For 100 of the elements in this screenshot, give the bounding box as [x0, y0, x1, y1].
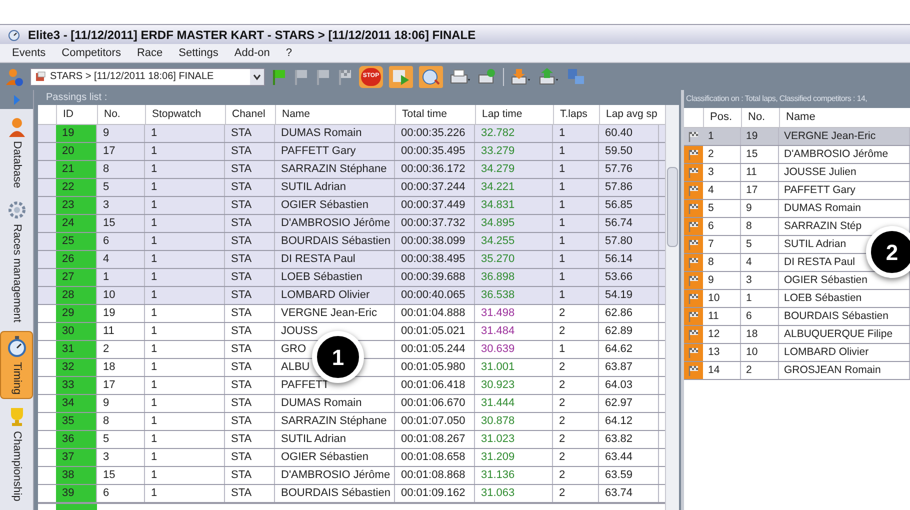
table-cell: 56.14 — [599, 251, 659, 268]
checkered-flag-icon — [688, 185, 699, 196]
column-header[interactable]: Total time — [395, 105, 475, 124]
table-row[interactable]: 1 19 VERGNE Jean-Eric — [684, 128, 910, 146]
table-cell: LOMBARD Olivier — [275, 287, 395, 304]
column-header[interactable]: Name — [779, 108, 910, 127]
table-row[interactable]: 14 2 GROSJEAN Romain — [684, 362, 910, 380]
table-row[interactable]: 33 17 1 STA PAFFETT 00:01:06.418 30.923 2 64.03 — [38, 377, 665, 395]
table-row[interactable]: 24 15 1 STA D'AMBROSIO Jérôme 00:00:37.732 34.895 1 56.74 — [38, 215, 665, 233]
table-row[interactable]: 10 1 LOEB Sébastien — [684, 290, 910, 308]
table-cell: 1 — [145, 431, 225, 448]
column-header[interactable]: Pos. — [703, 108, 741, 127]
table-row[interactable]: 2 15 D'AMBROSIO Jérôme — [684, 146, 910, 164]
flag-icon[interactable] — [293, 68, 309, 86]
column-header[interactable]: Stopwatch — [145, 105, 225, 124]
column-header[interactable]: No. — [97, 105, 145, 124]
table-cell: ALBUQUERQUE Filipe — [779, 326, 910, 343]
checkered-flag-icon[interactable] — [337, 68, 353, 86]
menu-item[interactable]: Competitors — [62, 44, 121, 62]
menu-item[interactable]: ? — [286, 44, 292, 62]
table-row[interactable]: 25 6 1 STA BOURDAIS Sébastien 00:00:38.099 34.255 1 57.80 — [38, 233, 665, 251]
table-cell: STA — [225, 359, 275, 376]
table-cell: SARRAZIN Stéphane — [275, 161, 395, 178]
table-cell: 4 — [741, 254, 779, 271]
table-cell: 30 — [56, 323, 97, 340]
table-row[interactable]: 6 8 SARRAZIN Stép — [684, 218, 910, 236]
download-icon[interactable] — [510, 66, 532, 86]
race-select[interactable]: STARS > [11/12/2011 18:06] FINALE — [30, 68, 265, 86]
scrollbar[interactable] — [665, 105, 679, 510]
table-cell: 1 — [703, 128, 741, 145]
table-cell: 53.66 — [599, 269, 659, 286]
table-row[interactable]: 12 18 ALBUQUERQUE Filipe — [684, 326, 910, 344]
sidebar-tab[interactable]: Championship — [0, 403, 33, 506]
table-cell: STA — [225, 467, 275, 484]
menu-item[interactable]: Race — [136, 44, 163, 62]
table-row[interactable]: 27 1 1 STA LOEB Sébastien 00:00:39.688 36.898 1 53.66 — [38, 269, 665, 287]
menu-item[interactable]: Events — [12, 44, 46, 62]
table-cell: 63.74 — [599, 485, 659, 502]
table-row[interactable]: 29 19 1 STA VERGNE Jean-Eric 00:01:04.888 31.498 2 62.86 — [38, 305, 665, 323]
sidebar-tab[interactable]: Database — [0, 113, 33, 192]
upload-icon[interactable] — [538, 66, 560, 86]
table-row[interactable]: 5 9 DUMAS Romain — [684, 200, 910, 218]
column-header[interactable]: Lap time — [475, 105, 553, 124]
table-row[interactable]: 3 11 JOUSSE Julien — [684, 164, 910, 182]
table-row[interactable]: 34 9 1 STA DUMAS Romain 00:01:06.670 31.444 2 62.97 — [38, 395, 665, 413]
table-row[interactable]: 11 6 BOURDAIS Sébastien — [684, 308, 910, 326]
table-cell: 00:00:37.732 — [395, 215, 475, 232]
table-row[interactable]: 9 3 OGIER Sébastien — [684, 272, 910, 290]
menu-item[interactable]: Settings — [178, 44, 218, 62]
table-row[interactable]: 36 5 1 STA SUTIL Adrian 00:01:08.267 31.023 2 63.82 — [38, 431, 665, 449]
table-cell: 10 — [741, 344, 779, 361]
table-row[interactable]: 30 11 1 STA JOUSS 00:01:05.021 31.484 2 62.89 — [38, 323, 665, 341]
table-cell: 63.44 — [599, 449, 659, 466]
table-cell: STA — [225, 305, 275, 322]
menu-item[interactable]: Add-on — [234, 44, 270, 62]
table-row[interactable]: 38 15 1 STA D'AMBROSIO Jérôme 00:01:08.868 31.136 2 63.59 — [38, 467, 665, 485]
table-row[interactable]: 26 4 1 STA DI RESTA Paul 00:00:38.495 35.270 1 56.14 — [38, 251, 665, 269]
table-row[interactable]: 39 6 1 STA BOURDAIS Sébastien 00:01:09.162 31.063 2 63.74 — [38, 485, 665, 503]
table-cell: 2 — [553, 467, 599, 484]
table-row[interactable]: 37 3 1 STA OGIER Sébastien 00:01:08.658 31.209 2 63.44 — [38, 449, 665, 467]
table-cell: STA — [225, 215, 275, 232]
table-cell: 34.831 — [475, 197, 553, 214]
sidebar-tab[interactable]: Races management — [0, 196, 33, 327]
table-cell: 00:01:08.658 — [395, 449, 475, 466]
table-row[interactable]: 23 3 1 STA OGIER Sébastien 00:00:37.449 34.831 1 56.85 — [38, 197, 665, 215]
user-info-icon[interactable] — [4, 66, 24, 86]
table-row[interactable]: 21 8 1 STA SARRAZIN Stéphane 00:00:36.172 34.279 1 57.76 — [38, 161, 665, 179]
table-cell: 60.40 — [599, 125, 659, 142]
column-header[interactable]: Name — [275, 105, 395, 124]
table-row[interactable]: 35 8 1 STA SARRAZIN Stéphane 00:01:07.050 30.878 2 64.12 — [38, 413, 665, 431]
table-row[interactable]: 4 17 PAFFETT Gary — [684, 182, 910, 200]
table-row[interactable]: 19 9 1 STA DUMAS Romain 00:00:35.226 32.782 1 60.40 — [38, 125, 665, 143]
play-icon[interactable] — [389, 66, 413, 88]
table-cell: DUMAS Romain — [275, 125, 395, 142]
column-header[interactable]: Chanel — [225, 105, 275, 124]
sidebar-tab[interactable]: Timing — [0, 330, 33, 400]
table-cell: OGIER Sébastien — [275, 449, 395, 466]
printer-icon[interactable] — [449, 66, 471, 86]
column-header[interactable]: T.laps — [553, 105, 599, 124]
table-cell: 8 — [97, 161, 145, 178]
checkered-flag-icon — [688, 275, 699, 286]
table-row[interactable]: 28 10 1 STA LOMBARD Olivier 00:00:40.065 36.538 1 54.19 — [38, 287, 665, 305]
table-cell: 63.82 — [599, 431, 659, 448]
flag-icon[interactable] — [315, 68, 331, 86]
column-header[interactable]: ID — [56, 105, 97, 124]
table-row[interactable]: 13 10 LOMBARD Olivier — [684, 344, 910, 362]
table-cell: 12 — [703, 326, 741, 343]
table-cell: 6 — [703, 218, 741, 235]
table-row[interactable]: 20 17 1 STA PAFFETT Gary 00:00:35.495 33.279 1 59.50 — [38, 143, 665, 161]
table-cell: 00:00:37.244 — [395, 179, 475, 196]
flag-icon[interactable] — [271, 68, 287, 86]
table-cell: 31.444 — [475, 395, 553, 412]
column-header[interactable]: Lap avg sp — [599, 105, 659, 124]
table-cell: 00:01:05.244 — [395, 341, 475, 358]
table-cell: PAFFETT Gary — [275, 143, 395, 160]
checkered-flag-icon — [688, 221, 699, 232]
table-row[interactable]: 22 5 1 STA SUTIL Adrian 00:00:37.244 34.221 1 57.86 — [38, 179, 665, 197]
network-icon[interactable] — [566, 66, 586, 86]
table-cell: 8 — [97, 413, 145, 430]
column-header[interactable]: No. — [741, 108, 779, 127]
